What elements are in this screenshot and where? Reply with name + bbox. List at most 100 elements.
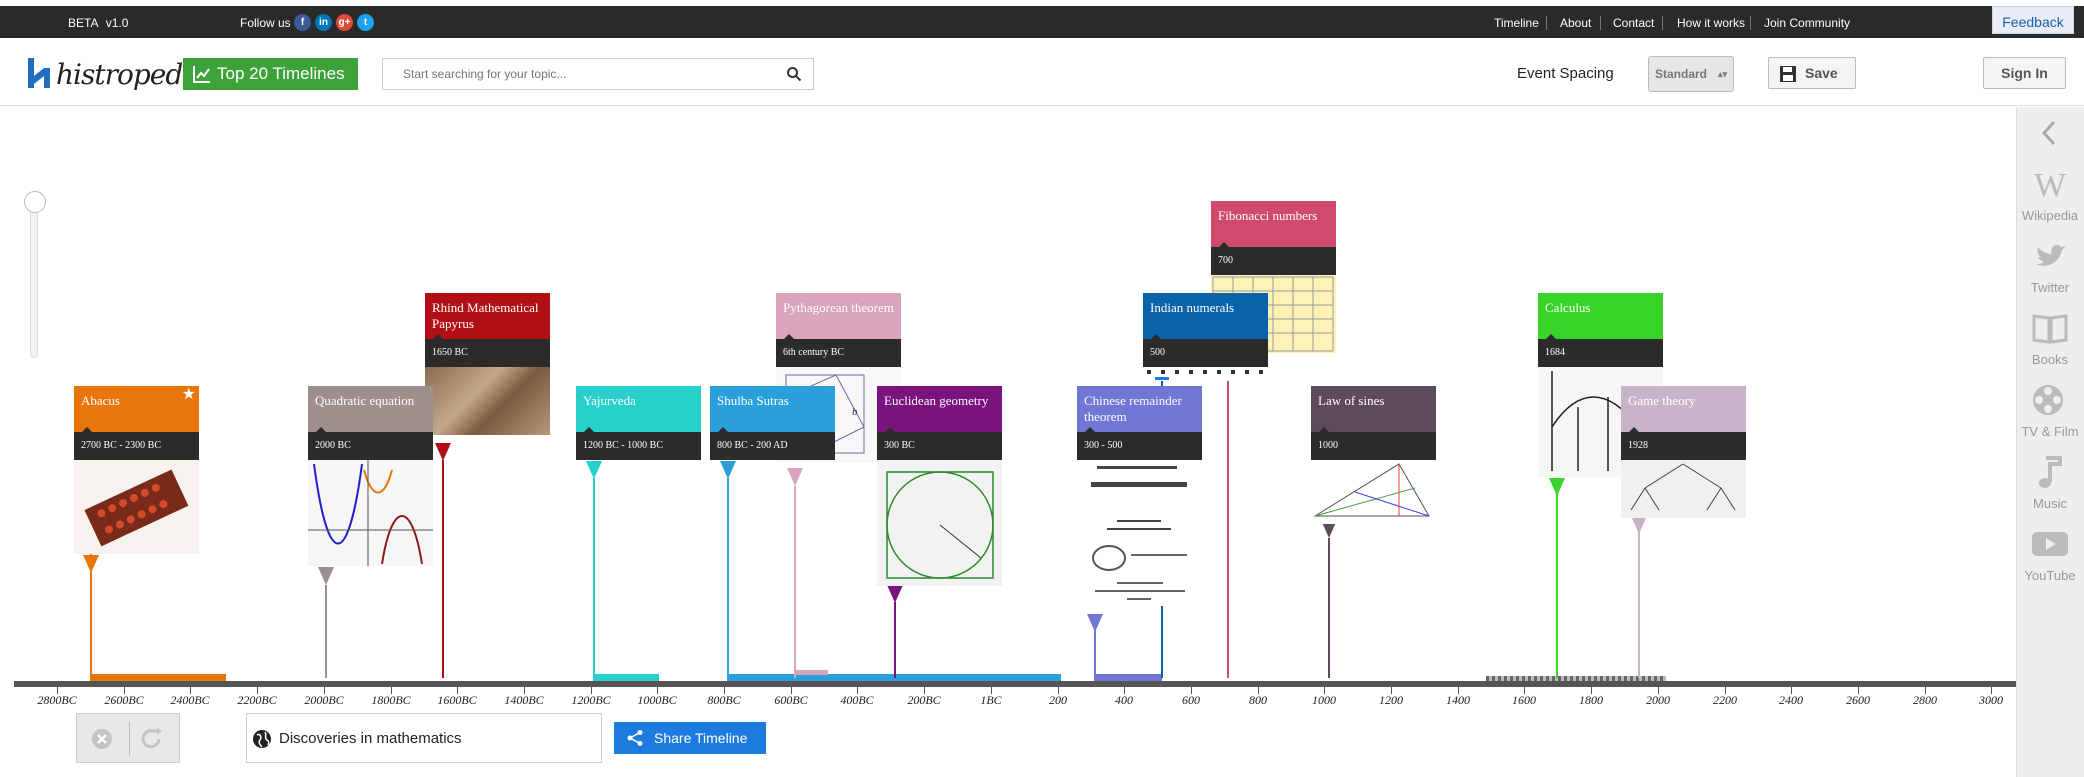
euclidean-diagram [877,460,1002,586]
nav-timeline[interactable]: Timeline [1494,16,1539,30]
select-arrows-icon: ▴▾ [1717,69,1727,79]
event-card-euclidean[interactable]: Euclidean geometry 300 BC [877,386,1002,586]
sidebar-item-twitter[interactable]: Twitter [2016,236,2084,295]
event-title: Indian numerals [1143,293,1268,339]
numerals-image [1143,367,1268,381]
event-card-rhind-papyrus[interactable]: Rhind Mathematical Papyrus 1650 BC [425,293,550,435]
nav-contact[interactable]: Contact [1613,16,1654,30]
event-title: Rhind Mathematical Papyrus [425,293,550,339]
nav-divider [1662,16,1663,30]
event-card-abacus[interactable]: Abacus ★ 2700 BC - 2300 BC [74,386,199,554]
sidebar-item-tv-film[interactable]: TV & Film [2016,380,2084,439]
nav-how-it-works[interactable]: How it works [1677,16,1745,30]
event-date: 2000 BC [308,427,433,460]
abacus-pin[interactable] [83,555,99,573]
event-card-indian-numerals[interactable]: Indian numerals 500 [1143,293,1268,381]
sidebar-item-music[interactable]: Music [2016,452,2084,511]
axis-tick-label: 1000 [1312,693,1336,707]
chinese-remainder-range-bar [1094,674,1162,681]
histropedia-logo-icon[interactable] [26,56,54,90]
axis-tick-label: 1200BC [571,693,611,707]
undo-redo-divider [129,722,130,756]
euclidean-pin[interactable] [887,585,903,603]
linkedin-icon[interactable]: in [315,14,332,31]
quadratic-pin[interactable] [318,567,334,585]
search-icon[interactable] [786,66,802,82]
youtube-play-icon [2032,532,2068,556]
twitter-icon[interactable]: t [357,14,374,31]
event-card-yajurveda[interactable]: Yajurveda 1200 BC - 1000 BC [576,386,701,460]
event-title: Game theory [1621,386,1746,432]
sidebar-label-youtube: YouTube [2024,568,2076,583]
sidebar-item-books[interactable]: Books [2016,308,2084,367]
top-bar: BETA v1.0 Follow us f in g+ t Timeline A… [0,6,2084,38]
yajurveda-pin[interactable] [586,461,602,479]
arithmetica-page-image [1077,460,1202,606]
facebook-icon[interactable]: f [294,14,311,31]
globe-icon [253,730,271,748]
save-button[interactable]: Save [1768,57,1856,89]
pythagorean-stem [794,486,796,678]
axis-tick-label: 2600 [1846,693,1870,707]
pythagorean-pin[interactable] [787,468,803,486]
rhind-pin[interactable] [435,443,451,461]
axis-tick-label: 200 [1049,693,1067,707]
timeline-name-field[interactable]: Discoveries in mathematics [246,713,602,763]
event-spacing-select[interactable]: Standard ▴▾ [1648,56,1734,92]
event-card-game-theory[interactable]: Game theory 1928 [1621,386,1746,518]
sidebar-collapse-button[interactable] [2016,118,2084,151]
sidebar-label-music: Music [2033,496,2067,511]
zoom-slider-track[interactable] [30,196,38,358]
google-plus-icon[interactable]: g+ [336,14,353,31]
chinese-remainder-pin[interactable] [1087,614,1103,632]
sidebar-label-books: Books [2031,352,2069,367]
wikipedia-icon: W [2034,167,2067,204]
event-date: 2700 BC - 2300 BC [74,427,199,460]
timeline-axis[interactable] [14,681,2016,687]
featured-star-icon[interactable]: ★ [182,387,196,403]
film-reel-icon [2033,385,2063,415]
fibonacci-stem [1227,350,1229,678]
event-card-chinese-remainder[interactable]: Chinese remainder theorem 300 - 500 [1077,386,1202,606]
event-title-text: Abacus [81,393,120,408]
feedback-button[interactable]: Feedback [1992,6,2074,34]
event-title: Euclidean geometry [877,386,1002,432]
sign-in-button[interactable]: Sign In [1983,57,2066,89]
shulba-pin[interactable] [720,461,736,479]
event-spacing-value: Standard [1655,67,1708,81]
top-20-label: Top 20 Timelines [217,64,345,83]
sidebar-item-youtube[interactable]: YouTube [2016,524,2084,583]
axis-tick-label: 800BC [707,693,741,707]
event-card-shulba-sutras[interactable]: Shulba Sutras 800 BC - 200 AD [710,386,835,460]
event-card-quadratic[interactable]: Quadratic equation 2000 BC [308,386,433,566]
axis-tick-label: 2800 [1913,693,1937,707]
nav-about[interactable]: About [1560,16,1591,30]
floppy-disk-icon [1780,66,1796,82]
sidebar-label-twitter: Twitter [2030,280,2070,295]
cancel-icon[interactable] [91,728,113,750]
save-label: Save [1805,65,1838,81]
search-input[interactable] [382,58,814,90]
abacus-image [74,460,199,554]
game-tree-diagram [1621,460,1746,518]
event-title: Abacus ★ [74,386,199,432]
calculus-pin[interactable] [1549,478,1565,496]
book-icon [2032,314,2068,344]
redo-icon[interactable] [141,728,165,750]
event-date: 300 - 500 [1077,427,1202,460]
svg-text:W: W [2034,167,2067,204]
event-title: Quadratic equation [308,386,433,432]
top-20-timelines-button[interactable]: Top 20 Timelines [183,58,358,90]
game-theory-pin[interactable] [1631,516,1647,534]
event-date: 1200 BC - 1000 BC [576,427,701,460]
axis-tick-label: 1200 [1379,693,1403,707]
euclidean-stem [894,602,896,678]
sidebar-item-wikipedia[interactable]: W Wikipedia [2016,164,2084,223]
zoom-slider-handle[interactable] [24,191,46,213]
event-card-law-of-sines[interactable]: Law of sines 1000 [1311,386,1436,524]
beta-label: BETA v1.0 [68,16,129,30]
nav-join-community[interactable]: Join Community [1764,16,1850,30]
axis-tick-label: 2400BC [170,693,210,707]
event-date: 1650 BC [425,334,550,367]
game-theory-stem [1638,532,1640,678]
